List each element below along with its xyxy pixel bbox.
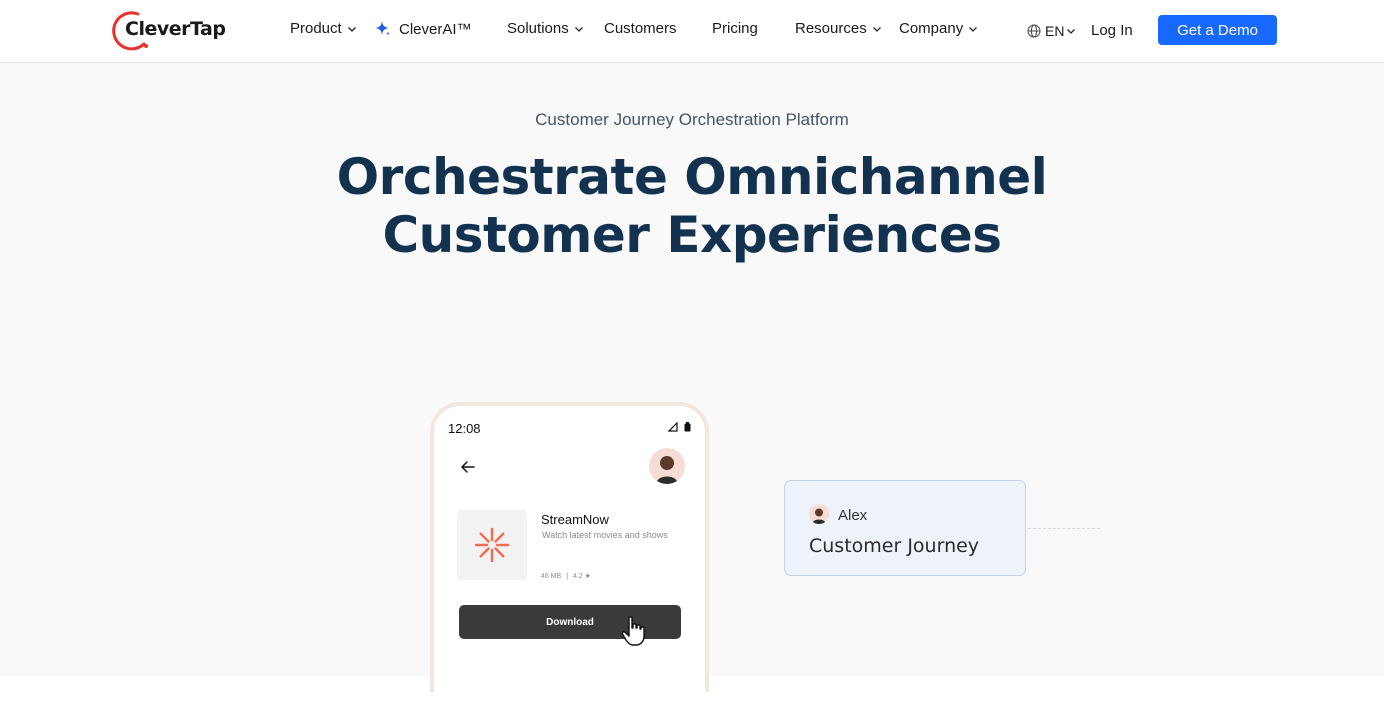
site-header: CleverTap Product CleverAI™ Solutions Cu… <box>0 0 1384 63</box>
hero-headline-line2: Customer Experiences <box>382 206 1002 264</box>
app-icon <box>457 510 527 580</box>
app-name: StreamNow <box>541 512 609 527</box>
journey-user-name: Alex <box>838 507 868 524</box>
nav-customers[interactable]: Customers <box>604 20 677 37</box>
login-link[interactable]: Log In <box>1091 22 1133 39</box>
signal-icon <box>668 422 678 432</box>
nav-pricing[interactable]: Pricing <box>712 20 758 37</box>
nav-solutions[interactable]: Solutions <box>507 20 584 37</box>
app-meta: 46 MB | 4.2 ★ <box>541 572 591 580</box>
user-avatar <box>649 448 685 484</box>
get-demo-button[interactable]: Get a Demo <box>1158 15 1277 45</box>
chevron-down-icon <box>872 26 881 32</box>
language-selector[interactable]: EN <box>1027 23 1076 39</box>
meta-divider: | <box>566 573 569 580</box>
clevertap-logo[interactable]: CleverTap <box>108 8 226 52</box>
hero-headline-line1: Orchestrate Omnichannel <box>336 148 1048 206</box>
app-description: Watch latest movies and shows <box>542 530 668 540</box>
journey-title: Customer Journey <box>809 535 980 557</box>
hero-headline: Orchestrate Omnichannel Customer Experie… <box>0 148 1384 264</box>
nav-resources[interactable]: Resources <box>795 20 882 37</box>
app-rating: 4.2 ★ <box>572 573 591 580</box>
person-avatar-icon <box>656 456 678 484</box>
nav-product-label: Product <box>290 20 342 37</box>
battery-icon <box>684 422 691 432</box>
back-arrow-icon[interactable] <box>460 459 476 475</box>
phone-status-icons <box>668 422 691 432</box>
connector-line <box>1028 528 1100 529</box>
nav-cleverai[interactable]: CleverAI™ <box>374 20 472 38</box>
nav-product[interactable]: Product <box>290 20 357 37</box>
chevron-down-icon <box>574 26 583 32</box>
hero-eyebrow: Customer Journey Orchestration Platform <box>535 110 849 129</box>
phone-time: 12:08 <box>448 421 481 436</box>
globe-icon <box>1027 24 1041 38</box>
hand-pointer-icon <box>621 616 645 646</box>
logo-wordmark: CleverTap <box>125 18 226 40</box>
chevron-down-icon <box>1067 29 1076 34</box>
hero-section: Customer Journey Orchestration Platform … <box>0 63 1384 692</box>
nav-customers-label: Customers <box>604 20 677 37</box>
app-size: 46 MB <box>541 573 562 580</box>
customer-journey-card: Alex Customer Journey <box>784 480 1026 576</box>
chevron-down-icon <box>347 26 356 32</box>
alex-avatar <box>809 504 829 524</box>
chevron-down-icon <box>969 26 978 32</box>
nav-cleverai-label: CleverAI™ <box>399 20 472 38</box>
language-label: EN <box>1045 23 1065 39</box>
nav-company[interactable]: Company <box>899 20 978 37</box>
streamnow-burst-icon <box>474 527 510 563</box>
sparkle-icon <box>375 21 391 36</box>
nav-company-label: Company <box>899 20 964 37</box>
nav-pricing-label: Pricing <box>712 20 758 37</box>
nav-solutions-label: Solutions <box>507 20 569 37</box>
person-avatar-icon <box>812 508 826 524</box>
phone-mockup: 12:08 StreamNow Watch latest movies and … <box>430 402 709 692</box>
nav-resources-label: Resources <box>795 20 867 37</box>
